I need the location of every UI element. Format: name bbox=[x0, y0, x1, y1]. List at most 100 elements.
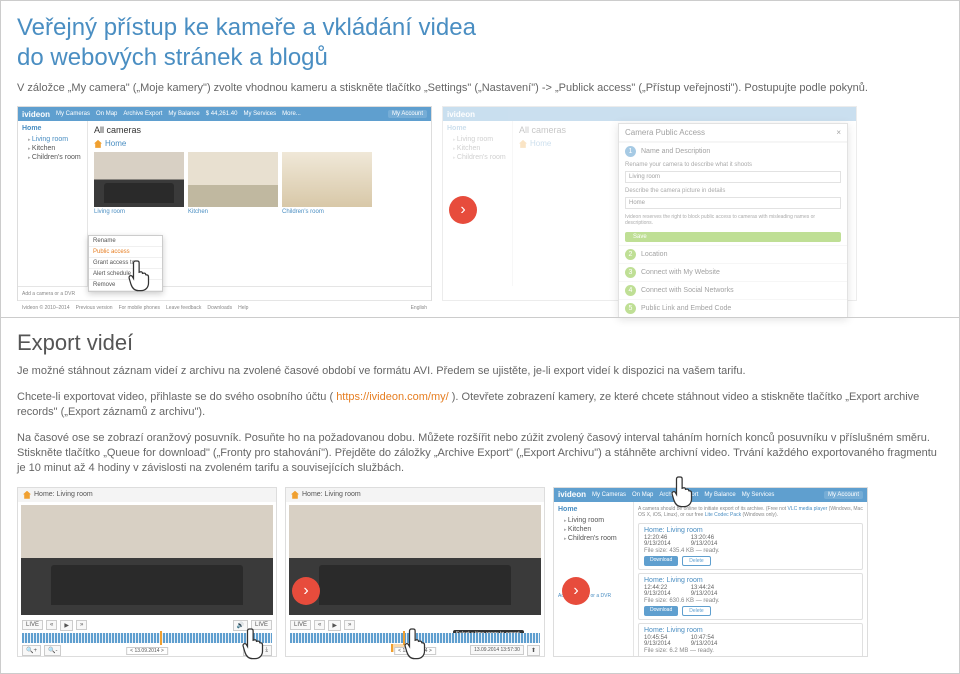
nav-my-services[interactable]: My Services bbox=[243, 111, 276, 117]
ctx-rename[interactable]: Rename bbox=[89, 236, 162, 247]
vlc-link[interactable]: VLC media player bbox=[788, 506, 828, 512]
thumb-caption-kitchen: Kitchen bbox=[188, 207, 278, 217]
sidebar-item-kitchen: Kitchen bbox=[447, 144, 508, 153]
range-timestamp: 13.09.2014 13:57:30 bbox=[470, 645, 524, 655]
nav-my-cameras[interactable]: My Cameras bbox=[592, 492, 626, 498]
queue-download-icon[interactable]: ⬆ bbox=[527, 645, 540, 656]
modal-step-2[interactable]: 2Location bbox=[619, 245, 847, 263]
download-button[interactable]: Download bbox=[644, 606, 678, 616]
calendar-icon[interactable]: 📅 bbox=[243, 645, 258, 656]
viewer-controls: LIVE « ▶ » 🔊 LIVE < 13.09.2014 > 🔍+ 🔍- bbox=[18, 618, 276, 654]
modal-step-5[interactable]: 5Public Link and Embed Code bbox=[619, 299, 847, 317]
live-indicator: LIVE bbox=[251, 620, 272, 630]
step1-desc-label: Describe the camera picture in details bbox=[625, 188, 841, 194]
record-name: Home: Living room bbox=[644, 577, 857, 584]
screenshots-bottom: Home: Living room LIVE « ▶ » 🔊 LIVE < 13… bbox=[17, 487, 943, 657]
camera-thumb-kids[interactable]: Children's room bbox=[282, 152, 372, 217]
modal-close-icon[interactable]: × bbox=[836, 128, 841, 137]
nav-on-map[interactable]: On Map bbox=[96, 111, 117, 117]
forward-button[interactable]: » bbox=[76, 620, 87, 630]
camera-thumb-living[interactable]: Living room bbox=[94, 152, 184, 217]
export-note: A camera should be online to initiate ex… bbox=[638, 506, 863, 519]
step1-subtitle: Rename your camera to describe what it s… bbox=[625, 162, 841, 168]
export-icon[interactable]: ⤓ bbox=[261, 645, 272, 656]
nav-my-balance[interactable]: My Balance bbox=[704, 492, 735, 498]
timeline[interactable] bbox=[22, 633, 272, 643]
volume-icon[interactable]: 🔊 bbox=[233, 620, 248, 631]
context-menu: Rename Public access Grant access to Ale… bbox=[88, 235, 163, 292]
ctx-alert-schedule[interactable]: Alert schedule bbox=[89, 269, 162, 280]
export-p2: Chcete-li exportovat video, přihlaste se… bbox=[17, 390, 943, 421]
screenshots-top: ivideon My Cameras On Map Archive Export… bbox=[17, 106, 943, 301]
footer-prev-version[interactable]: Previous version bbox=[76, 305, 113, 311]
sidebar-header[interactable]: Home bbox=[558, 506, 629, 513]
my-account-button[interactable]: My Account bbox=[388, 110, 427, 118]
viewer-header: Home: Living room bbox=[18, 488, 276, 502]
camera-name-input[interactable]: Living room bbox=[625, 171, 841, 183]
camera-desc-input[interactable]: Home bbox=[625, 197, 841, 209]
download-button[interactable]: Download bbox=[644, 556, 678, 566]
account-link[interactable]: https://ivideon.com/my/ bbox=[336, 391, 449, 403]
record-size: File size: 435.4 KB — ready. bbox=[644, 548, 857, 554]
sidebar-item-living[interactable]: Living room bbox=[558, 516, 629, 525]
timeline-date[interactable]: < 13.09.2014 > bbox=[126, 647, 168, 655]
home-icon bbox=[291, 491, 299, 499]
zoom-out-icon[interactable]: 🔍- bbox=[44, 645, 61, 656]
modal-step-3[interactable]: 3Connect with My Website bbox=[619, 263, 847, 281]
sidebar-item-kitchen[interactable]: Kitchen bbox=[22, 144, 83, 153]
app-footer: Add a camera or a DVR bbox=[18, 286, 431, 300]
delete-button[interactable]: Delete bbox=[682, 606, 710, 616]
ctx-remove[interactable]: Remove bbox=[89, 280, 162, 291]
live-button[interactable]: LIVE bbox=[22, 620, 43, 630]
nav-archive-export[interactable]: Archive Export bbox=[659, 492, 698, 498]
timeline-date[interactable]: < 13.09.2014 > bbox=[394, 647, 436, 655]
nav-my-services[interactable]: My Services bbox=[742, 492, 775, 498]
rewind-button[interactable]: « bbox=[314, 620, 325, 630]
footer-help[interactable]: Help bbox=[238, 305, 248, 311]
section-public-access: Veřejný přístup ke kameře a vkládání vid… bbox=[0, 0, 960, 317]
footer-mobile[interactable]: For mobile phones bbox=[119, 305, 160, 311]
forward-button[interactable]: » bbox=[344, 620, 355, 630]
home-label[interactable]: Home bbox=[94, 139, 126, 148]
screenshot-viewer: Home: Living room LIVE « ▶ » 🔊 LIVE < 13… bbox=[17, 487, 277, 657]
arrow-next-icon: › bbox=[292, 577, 320, 605]
camera-thumb-kitchen[interactable]: Kitchen bbox=[188, 152, 278, 217]
nav-archive-export[interactable]: Archive Export bbox=[123, 111, 162, 117]
ctx-grant-access[interactable]: Grant access to bbox=[89, 258, 162, 269]
footer-downloads[interactable]: Downloads bbox=[207, 305, 232, 311]
step1-title: Name and Description bbox=[641, 148, 710, 155]
timeline[interactable] bbox=[290, 633, 540, 643]
footer-add-camera[interactable]: Add a camera or a DVR bbox=[22, 291, 75, 297]
modal-step-4[interactable]: 4Connect with Social Networks bbox=[619, 281, 847, 299]
save-button[interactable]: Save bbox=[625, 232, 841, 242]
play-button[interactable]: ▶ bbox=[60, 620, 73, 631]
sidebar-item-living[interactable]: Living room bbox=[22, 135, 83, 144]
nav-my-cameras[interactable]: My Cameras bbox=[56, 111, 90, 117]
export-record: Home: Living room 10:45:549/13/2014 10:4… bbox=[638, 623, 863, 656]
nav-my-balance[interactable]: My Balance bbox=[168, 111, 199, 117]
sidebar-item-kitchen[interactable]: Kitchen bbox=[558, 525, 629, 534]
live-button[interactable]: LIVE bbox=[290, 620, 311, 630]
sidebar-item-kids[interactable]: Children's room bbox=[22, 153, 83, 162]
footer-language[interactable]: English bbox=[411, 305, 427, 311]
rewind-button[interactable]: « bbox=[46, 620, 57, 630]
home-label-text: Home bbox=[105, 139, 126, 148]
delete-button[interactable]: Delete bbox=[682, 556, 710, 566]
my-account-button[interactable]: My Account bbox=[824, 491, 863, 499]
play-button[interactable]: ▶ bbox=[328, 620, 341, 631]
main-panel: All cameras Home Living room Kitchen bbox=[88, 121, 431, 286]
step1-note: Ivideon reserves the right to block publ… bbox=[625, 214, 841, 226]
viewer-title: Home: Living room bbox=[34, 491, 93, 498]
nav-on-map[interactable]: On Map bbox=[632, 492, 653, 498]
thumb-caption-kids: Children's room bbox=[282, 207, 372, 217]
sidebar-header[interactable]: Home bbox=[22, 125, 83, 132]
section-export: Export videí Je možné stáhnout záznam vi… bbox=[0, 317, 960, 673]
sidebar-item-kids[interactable]: Children's room bbox=[558, 534, 629, 543]
zoom-in-icon[interactable]: 🔍+ bbox=[22, 645, 41, 656]
screenshot-archive-export: ivideon My Cameras On Map Archive Export… bbox=[553, 487, 868, 657]
codec-link[interactable]: Lite Codec Pack bbox=[705, 512, 741, 518]
ctx-public-access[interactable]: Public access bbox=[89, 247, 162, 258]
footer-feedback[interactable]: Leave feedback bbox=[166, 305, 201, 311]
viewer-title: Home: Living room bbox=[302, 491, 361, 498]
nav-more[interactable]: More... bbox=[282, 111, 301, 117]
